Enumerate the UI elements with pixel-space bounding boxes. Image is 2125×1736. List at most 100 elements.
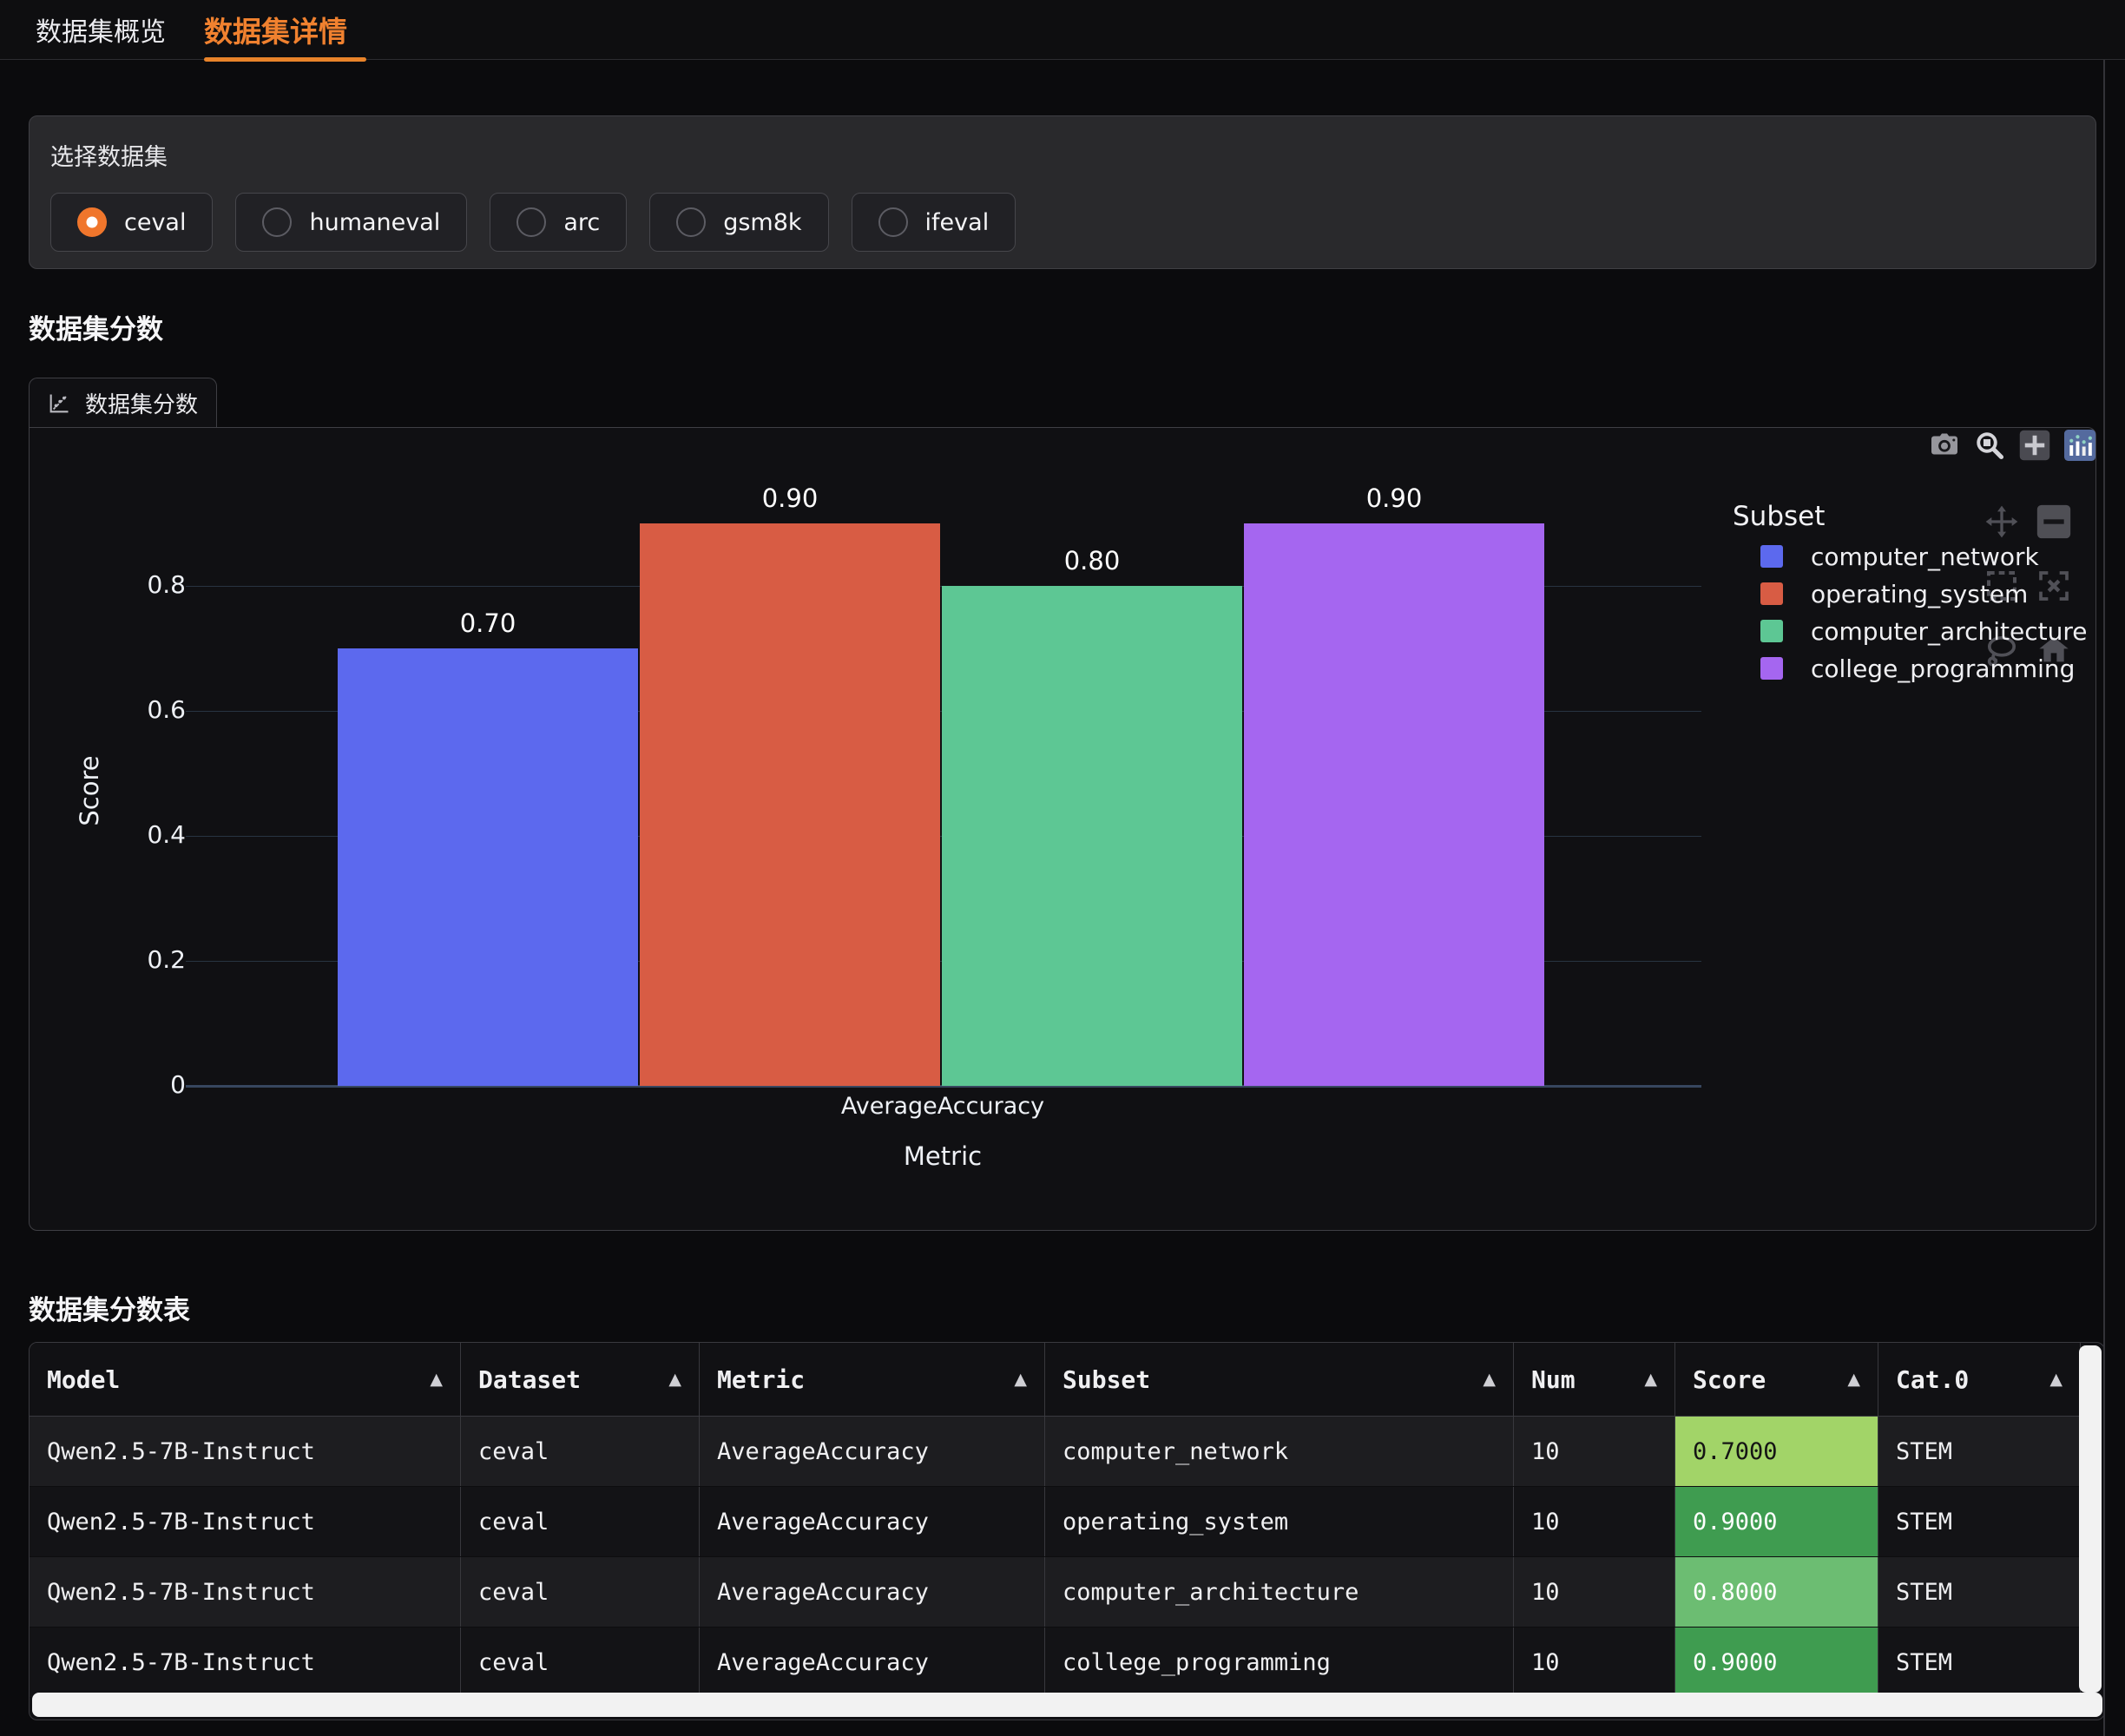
cell-dataset: ceval (461, 1417, 700, 1486)
column-header-label: Subset (1062, 1365, 1150, 1394)
x-axis-tick-label: AverageAccuracy (639, 1093, 1247, 1120)
table-row: Qwen2.5-7B-InstructcevalAverageAccuracyc… (30, 1557, 2081, 1628)
y-axis-tick-label: 0.2 (64, 945, 186, 974)
cell-num: 10 (1514, 1417, 1675, 1486)
sort-ascending-icon[interactable]: ▲ (1014, 1370, 1027, 1389)
tab-dataset-overview[interactable]: 数据集概览 (36, 0, 166, 60)
legend-swatch-icon (1760, 582, 1783, 605)
sort-ascending-icon[interactable]: ▲ (2049, 1370, 2062, 1389)
table-row: Qwen2.5-7B-InstructcevalAverageAccuracyo… (30, 1487, 2081, 1557)
cell-cat: STEM (1878, 1557, 2081, 1627)
cell-score: 0.7000 (1675, 1417, 1878, 1486)
radio-circle-icon[interactable] (878, 207, 908, 237)
dataset-selector-panel: 选择数据集 ceval humaneval arc gsm8k ifeval (29, 115, 2096, 269)
plotly-logo-icon[interactable] (2064, 430, 2095, 461)
radio-circle-icon[interactable] (516, 207, 546, 237)
page-right-divider (2103, 60, 2105, 1736)
score-section-heading: 数据集分数 (29, 307, 163, 346)
column-header-label: Num (1531, 1365, 1576, 1394)
radio-option-humaneval[interactable]: humaneval (235, 193, 467, 252)
column-header-dataset[interactable]: Dataset ▲ (461, 1343, 700, 1416)
legend-item-computer_architecture[interactable]: computer_architecture (1729, 618, 2087, 644)
bar-college_programming[interactable] (1244, 523, 1544, 1086)
sort-ascending-icon[interactable]: ▲ (1483, 1370, 1496, 1389)
cell-subset: computer_network (1045, 1417, 1514, 1486)
y-axis-title: Score (75, 704, 109, 878)
column-header-subset[interactable]: Subset ▲ (1045, 1343, 1514, 1416)
table-horizontal-scrollbar[interactable] (32, 1693, 2102, 1717)
scatter-chart-icon (47, 391, 71, 416)
cell-cat: STEM (1878, 1487, 2081, 1556)
column-header-label: Score (1693, 1365, 1766, 1394)
column-header-label: Metric (717, 1365, 805, 1394)
sort-ascending-icon[interactable]: ▲ (430, 1370, 443, 1389)
bar-computer_architecture[interactable] (942, 586, 1242, 1086)
table-vertical-scrollbar[interactable] (2079, 1345, 2102, 1693)
zoom-icon[interactable] (1974, 430, 2005, 461)
table-header-row: Model▲Dataset▲Metric▲Subset▲Num▲Score▲Ca… (30, 1343, 2081, 1417)
tab-dataset-detail[interactable]: 数据集详情 (204, 0, 366, 60)
cell-metric: AverageAccuracy (700, 1487, 1045, 1556)
sort-ascending-icon[interactable]: ▲ (668, 1370, 681, 1389)
radio-circle-icon[interactable] (676, 207, 706, 237)
cell-num: 10 (1514, 1487, 1675, 1556)
sort-ascending-icon[interactable]: ▲ (1644, 1370, 1657, 1389)
legend-item-label: computer_network (1811, 542, 2039, 571)
cell-metric: AverageAccuracy (700, 1417, 1045, 1486)
cell-num: 10 (1514, 1628, 1675, 1697)
legend-swatch-icon (1760, 545, 1783, 568)
legend-item-operating_system[interactable]: operating_system (1729, 581, 2087, 607)
cell-subset: computer_architecture (1045, 1557, 1514, 1627)
legend-item-computer_network[interactable]: computer_network (1729, 543, 2087, 569)
column-header-cat-0[interactable]: Cat.0▲ (1878, 1343, 2081, 1416)
radio-option-label: humaneval (309, 209, 440, 236)
column-header-label: Dataset (478, 1365, 581, 1394)
y-axis-tick-label: 0 (64, 1070, 186, 1099)
radio-option-label: gsm8k (723, 209, 801, 236)
bar-value-label: 0.90 (1243, 483, 1545, 513)
cell-model: Qwen2.5-7B-Instruct (30, 1417, 461, 1486)
radio-option-label: arc (563, 209, 600, 236)
radio-option-label: ifeval (925, 209, 990, 236)
table-row: Qwen2.5-7B-InstructcevalAverageAccuracyc… (30, 1628, 2081, 1698)
app-root: 数据集概览 数据集详情 选择数据集 ceval humaneval arc gsm8k… (0, 0, 2125, 1736)
legend-title: Subset (1729, 501, 2087, 532)
cell-subset: operating_system (1045, 1487, 1514, 1556)
radio-circle-icon[interactable] (262, 207, 292, 237)
cell-dataset: ceval (461, 1628, 700, 1697)
bar-value-label: 0.90 (639, 483, 941, 513)
cell-score: 0.8000 (1675, 1557, 1878, 1627)
column-header-score[interactable]: Score ▲ (1675, 1343, 1878, 1416)
column-header-metric[interactable]: Metric ▲ (700, 1343, 1045, 1416)
legend-item-college_programming[interactable]: college_programming (1729, 655, 2087, 681)
column-header-num[interactable]: Num ▲ (1514, 1343, 1675, 1416)
cell-model: Qwen2.5-7B-Instruct (30, 1487, 461, 1556)
tabbar: 数据集概览 数据集详情 (0, 0, 2125, 60)
cell-subset: college_programming (1045, 1628, 1514, 1697)
chart-label-tab: 数据集分数 (29, 378, 217, 428)
cell-model: Qwen2.5-7B-Instruct (30, 1557, 461, 1627)
zoom-in-icon[interactable] (2019, 430, 2050, 461)
y-axis-tick-label: 0.4 (64, 820, 186, 849)
column-header-label: Model (47, 1365, 120, 1394)
cell-metric: AverageAccuracy (700, 1628, 1045, 1697)
radio-circle-icon[interactable] (77, 207, 107, 237)
sort-ascending-icon[interactable]: ▲ (1847, 1370, 1860, 1389)
cell-score: 0.9000 (1675, 1487, 1878, 1556)
radio-option-ceval[interactable]: ceval (50, 193, 213, 252)
dataset-radio-group: ceval humaneval arc gsm8k ifeval (50, 193, 2075, 252)
chart-legend: Subset computer_network operating_systemc… (1729, 501, 2087, 681)
plot-modebar (1929, 430, 2095, 461)
camera-icon[interactable] (1929, 430, 1960, 461)
legend-item-label: college_programming (1811, 654, 2075, 683)
cell-dataset: ceval (461, 1487, 700, 1556)
radio-option-label: ceval (124, 209, 186, 236)
legend-item-label: operating_system (1811, 580, 2028, 608)
column-header-model[interactable]: Model ▲ (30, 1343, 461, 1416)
radio-option-gsm8k[interactable]: gsm8k (649, 193, 828, 252)
bar-operating_system[interactable] (640, 523, 940, 1086)
bar-computer_network[interactable] (338, 648, 638, 1086)
radio-option-arc[interactable]: arc (490, 193, 627, 252)
radio-option-ifeval[interactable]: ifeval (852, 193, 1016, 252)
dataset-selector-label: 选择数据集 (50, 138, 2075, 172)
